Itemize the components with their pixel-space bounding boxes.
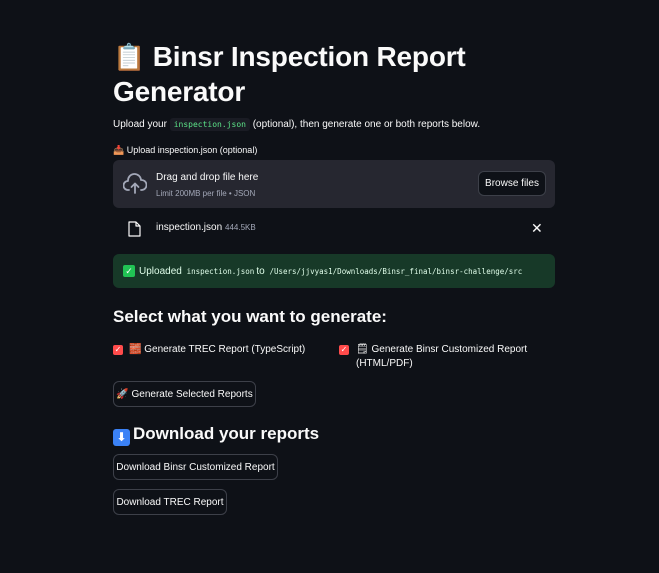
- upload-success-alert: ✓ Uploaded inspection.json to /Users/jjv…: [113, 254, 555, 288]
- notepad-icon: 🗒: [356, 344, 369, 355]
- download-binsr-report-button[interactable]: Download Binsr Customized Report: [113, 454, 278, 480]
- uploader-label: 📥 Upload inspection.json (optional): [113, 144, 257, 156]
- uploaded-file-size: 444.5KB: [225, 223, 256, 232]
- dropzone-limit: Limit 200MB per file • JSON: [156, 189, 256, 198]
- browse-files-button[interactable]: Browse files: [478, 171, 546, 196]
- intro-text: Upload your inspection.json (optional), …: [113, 118, 480, 132]
- binsr-report-label[interactable]: 🗒 Generate Binsr Customized Report (HTML…: [356, 343, 546, 371]
- intro-before: Upload your: [113, 119, 170, 130]
- success-path: /Users/jjvyas1/Downloads/Binsr_final/bin…: [269, 266, 523, 276]
- intro-code: inspection.json: [169, 118, 250, 131]
- close-icon[interactable]: ✕: [531, 219, 543, 237]
- rocket-icon: 🚀: [116, 388, 129, 400]
- down-arrow-icon: ⬇: [113, 429, 130, 446]
- download-heading: ⬇ Download your reports: [113, 423, 319, 446]
- page-title: 📋 Binsr Inspection Report Generator: [113, 40, 555, 108]
- bricks-icon: 🧱: [129, 344, 142, 355]
- binsr-report-label-line2: (HTML/PDF): [356, 358, 413, 369]
- clipboard-icon: 📋: [113, 43, 146, 73]
- file-icon: [128, 221, 141, 237]
- generate-reports-label: Generate Selected Reports: [131, 388, 253, 400]
- cloud-upload-icon: [123, 173, 147, 194]
- download-trec-report-button[interactable]: Download TREC Report: [113, 489, 227, 515]
- select-heading: Select what you want to generate:: [113, 307, 387, 326]
- page-title-text: Binsr Inspection Report Generator: [113, 41, 466, 107]
- success-prefix: Uploaded: [139, 265, 182, 277]
- binsr-report-label-line1: Generate Binsr Customized Report: [371, 344, 528, 355]
- uploaded-file-name: inspection.json: [156, 222, 223, 233]
- binsr-report-checkbox[interactable]: ✓: [339, 345, 349, 355]
- uploaded-file-row: inspection.json 444.5KB ✕: [113, 216, 555, 242]
- success-middle: to: [256, 265, 265, 277]
- download-heading-text: Download your reports: [133, 424, 320, 443]
- inbox-tray-icon: 📥: [113, 145, 125, 155]
- intro-after: (optional), then generate one or both re…: [249, 119, 481, 130]
- file-dropzone[interactable]: Drag and drop file here Limit 200MB per …: [113, 160, 555, 208]
- uploader-label-text: Upload inspection.json (optional): [126, 145, 258, 155]
- success-file: inspection.json: [186, 266, 255, 276]
- trec-report-label-text: Generate TREC Report (TypeScript): [144, 344, 306, 355]
- check-mark-icon: ✓: [123, 265, 135, 277]
- trec-report-checkbox[interactable]: ✓: [113, 345, 123, 355]
- trec-report-label[interactable]: 🧱 Generate TREC Report (TypeScript): [129, 343, 305, 357]
- dropzone-title: Drag and drop file here: [156, 172, 259, 183]
- generate-reports-button[interactable]: 🚀 Generate Selected Reports: [113, 381, 256, 407]
